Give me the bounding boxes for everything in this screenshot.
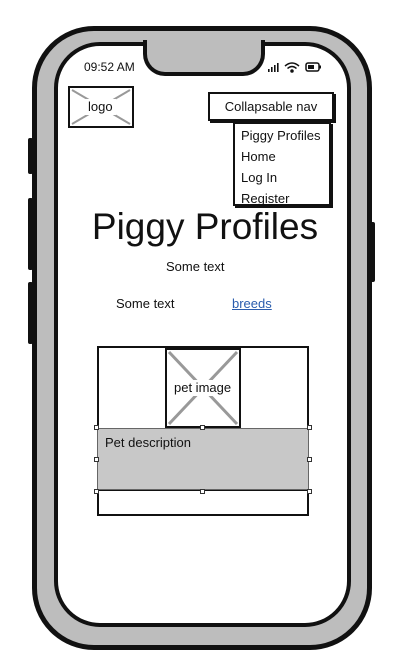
selection-handle[interactable] bbox=[200, 425, 205, 430]
nav-item-home[interactable]: Home bbox=[241, 147, 329, 168]
pet-description-text: Pet description bbox=[105, 435, 191, 450]
nav-item-log-in[interactable]: Log In bbox=[241, 168, 329, 189]
selection-handle[interactable] bbox=[307, 425, 312, 430]
selection-handle[interactable] bbox=[307, 457, 312, 462]
phone-mockup: 09:52 AM logo Collapsable nav Piggy Prof… bbox=[0, 0, 413, 670]
selection-handle[interactable] bbox=[94, 457, 99, 462]
breeds-link[interactable]: breeds bbox=[232, 296, 272, 311]
status-icons bbox=[268, 62, 321, 73]
logo-placeholder[interactable]: logo bbox=[68, 86, 134, 128]
selection-handle[interactable] bbox=[200, 489, 205, 494]
logo-label: logo bbox=[85, 99, 116, 115]
pet-image-placeholder[interactable]: pet image bbox=[165, 348, 241, 428]
selection-handle[interactable] bbox=[307, 489, 312, 494]
wifi-icon bbox=[284, 62, 300, 73]
page-title: Piggy Profiles bbox=[91, 206, 319, 247]
nav-toggle-label: Collapsable nav bbox=[224, 99, 318, 114]
pet-image-label: pet image bbox=[171, 380, 235, 396]
signal-icon bbox=[268, 63, 279, 72]
pet-description-box[interactable]: Pet description bbox=[97, 428, 309, 490]
nav-dropdown: Piggy Profiles Home Log In Register bbox=[233, 122, 331, 206]
status-time: 09:52 AM bbox=[84, 60, 135, 74]
nav-item-piggy-profiles[interactable]: Piggy Profiles bbox=[241, 126, 329, 147]
selection-handle[interactable] bbox=[94, 489, 99, 494]
phone-notch bbox=[143, 40, 265, 76]
nav-toggle-button[interactable]: Collapsable nav bbox=[208, 92, 334, 121]
row-text: Some text bbox=[116, 296, 175, 311]
battery-icon bbox=[305, 62, 321, 72]
subtitle-text: Some text bbox=[166, 259, 225, 274]
selection-handle[interactable] bbox=[94, 425, 99, 430]
